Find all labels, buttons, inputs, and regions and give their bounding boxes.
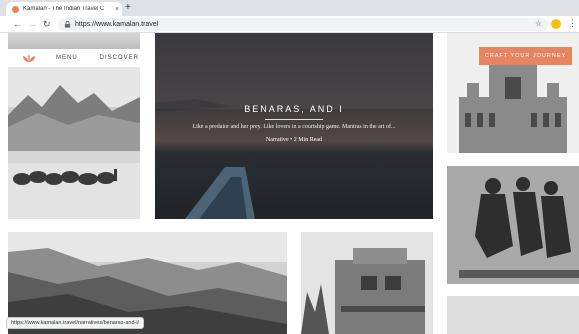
forward-button[interactable]: → — [28, 18, 37, 30]
temple-photo[interactable] — [447, 296, 579, 334]
craft-journey-button[interactable]: CRAFT YOUR JOURNEY — [479, 47, 572, 65]
url-text: https://www.kamalan.travel — [75, 21, 159, 28]
tab-bar: Kamalan - The Indian Travel C × + — [0, 0, 579, 16]
story-excerpt: Like a predator and her prey. Like lover… — [192, 124, 396, 130]
link-status-bar: https://www.kamalan.travel/narratives/be… — [6, 317, 145, 329]
browser-menu-icon[interactable]: ⋮ — [568, 18, 577, 28]
title-divider — [265, 119, 323, 120]
browser-toolbar: ← → ↻ https://www.kamalan.travel ☆ — [0, 16, 579, 33]
menu-link[interactable]: MENU — [56, 55, 78, 61]
new-tab-button[interactable]: + — [125, 3, 131, 13]
desert-camels-photo[interactable] — [8, 67, 140, 219]
back-button[interactable]: ← — [13, 18, 22, 30]
featured-story-card[interactable]: BENARAS, AND I Like a predator and her p… — [155, 33, 433, 219]
browser-tab[interactable]: Kamalan - The Indian Travel C × — [6, 2, 122, 16]
photo-top-strip — [8, 33, 140, 49]
kamalan-logo-icon[interactable] — [22, 53, 36, 63]
building-photo[interactable] — [301, 232, 433, 334]
story-title[interactable]: BENARAS, AND I — [155, 104, 433, 114]
site-navbar: MENU DISCOVER — [8, 49, 140, 67]
discover-link[interactable]: DISCOVER — [100, 55, 139, 61]
lock-icon — [64, 21, 71, 28]
page-viewport: MENU DISCOVER BENARAS, AND I Like a pred… — [0, 33, 579, 334]
bookmark-star-icon[interactable]: ☆ — [535, 19, 542, 28]
address-bar[interactable]: https://www.kamalan.travel ☆ — [58, 18, 548, 31]
dancers-photo[interactable] — [447, 166, 579, 284]
tab-title: Kamalan - The Indian Travel C — [23, 6, 105, 12]
reload-button[interactable]: ↻ — [43, 18, 51, 30]
site-favicon-icon — [12, 5, 19, 13]
story-meta: Narrative • 2 Min Read — [265, 137, 323, 143]
extension-icon[interactable] — [551, 19, 561, 29]
close-tab-icon[interactable]: × — [112, 6, 122, 13]
